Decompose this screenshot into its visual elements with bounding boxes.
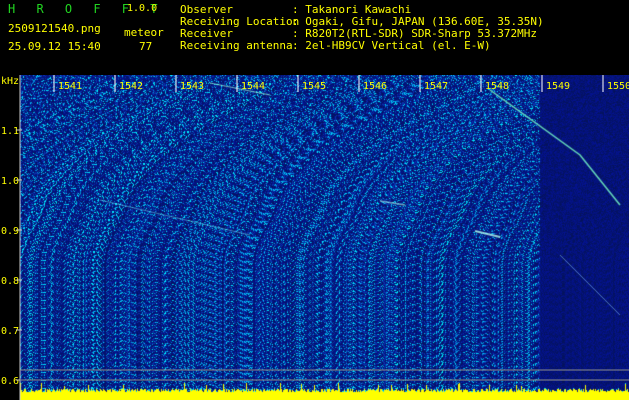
detection-label: meteor — [124, 26, 164, 39]
y-tick-label: 0.6 — [1, 376, 19, 387]
detection-count: 77 — [139, 40, 153, 53]
timestamp: 25.09.12 15:40 — [8, 40, 101, 53]
y-tick-label: 1.1 — [1, 126, 19, 137]
antenna-label: Receiving antenna — [180, 39, 293, 52]
y-tick-label: 1.0 — [1, 176, 19, 187]
y-tick-label: 0.8 — [1, 276, 19, 287]
y-tick-label: 0.7 — [1, 326, 19, 337]
spectrogram-image — [20, 75, 629, 400]
app-version: 1.0.0 — [127, 3, 158, 14]
antenna-value: : 2el-HB9CV Vertical (el. E-W) — [292, 39, 491, 52]
y-ticks: 1.1 1.0 0.9 0.8 0.7 0.6 — [1, 126, 22, 387]
y-axis-unit: kHz — [1, 76, 19, 87]
file-name: 2509121540.png — [8, 22, 101, 35]
antenna-row: Receiving antenna: 2el-HB9CV Vertical (e… — [180, 40, 491, 52]
y-tick-label: 0.9 — [1, 226, 19, 237]
